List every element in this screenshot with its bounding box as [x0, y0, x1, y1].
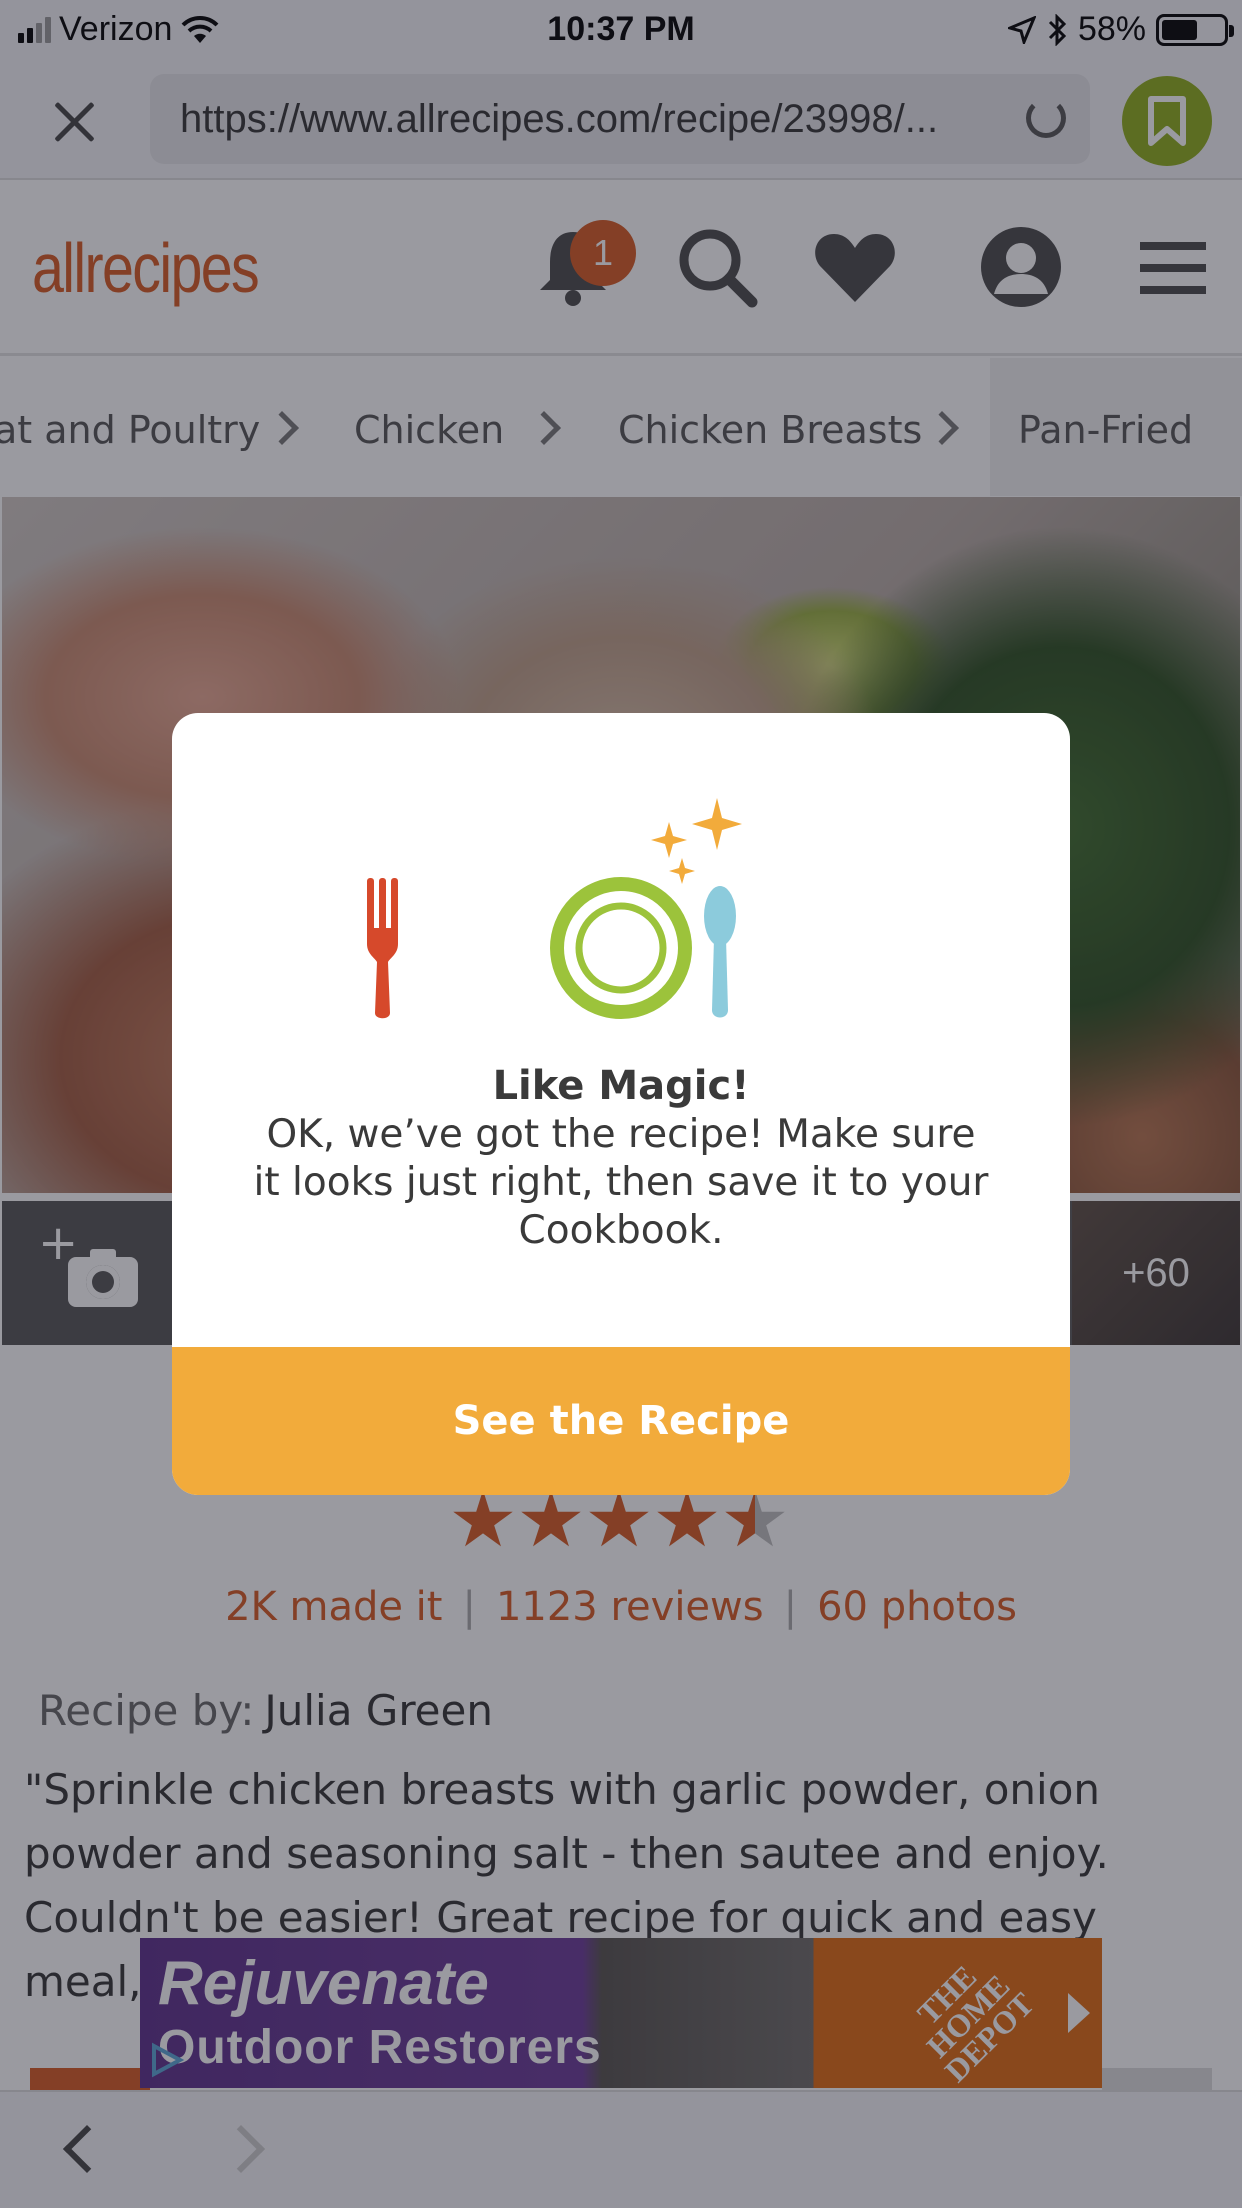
see-the-recipe-button[interactable]: See the Recipe	[172, 1347, 1070, 1495]
fork-icon	[367, 878, 398, 1019]
plate-cutlery-illustration	[367, 798, 742, 1019]
sparkle-icon	[651, 798, 742, 884]
plate-icon	[550, 877, 692, 1019]
spoon-icon	[704, 886, 736, 1018]
modal-dialog: Like Magic! OK, we’ve got the recipe! Ma…	[172, 713, 1070, 1495]
modal-message: OK, we’ve got the recipe! Make sure it l…	[253, 1112, 989, 1253]
modal-title: Like Magic!	[492, 1063, 750, 1109]
